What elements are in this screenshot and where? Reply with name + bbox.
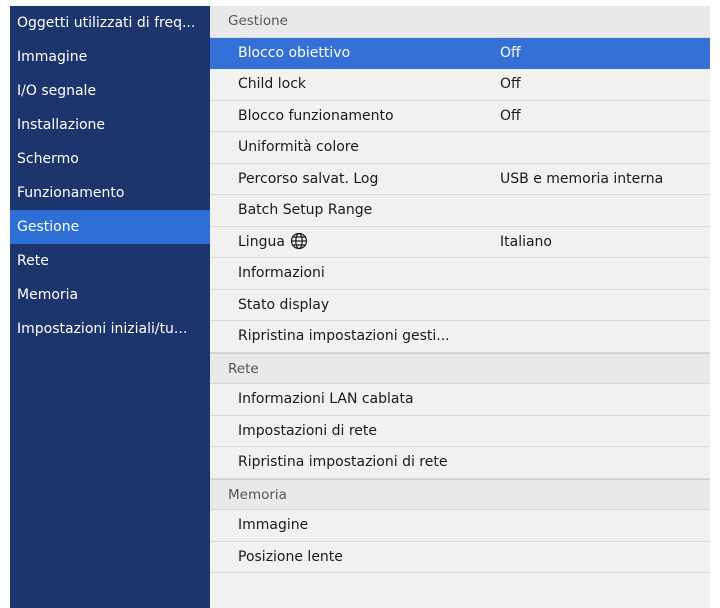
- globe-icon: [290, 231, 308, 262]
- menu-item-child-lock[interactable]: Child lock Off: [210, 69, 710, 101]
- menu-item-blocco-obiettivo[interactable]: Blocco obiettivo Off: [210, 37, 710, 69]
- sidebar-item-immagine[interactable]: Immagine: [10, 40, 210, 74]
- menu-item-ripristina-rete[interactable]: Ripristina impostazioni di rete: [210, 447, 710, 479]
- sidebar-item-io-segnale[interactable]: I/O segnale: [10, 74, 210, 108]
- sidebar-item-schermo[interactable]: Schermo: [10, 142, 210, 176]
- menu-item-label: Ripristina impostazioni di rete: [238, 454, 448, 470]
- menu-item-label: Posizione lente: [238, 548, 343, 565]
- menu-item-value: Italiano: [500, 233, 552, 250]
- section-header-memoria: Memoria: [210, 478, 710, 510]
- menu-item-label: Impostazioni di rete: [238, 422, 377, 439]
- menu-item-value: Off: [500, 76, 521, 92]
- sidebar-item-memoria[interactable]: Memoria: [10, 278, 210, 312]
- sidebar-item-installazione[interactable]: Installazione: [10, 108, 210, 142]
- menu-item-ripristina-gestione[interactable]: Ripristina impostazioni gesti...: [210, 321, 710, 353]
- sidebar-item-rete[interactable]: Rete: [10, 244, 210, 278]
- menu-item-stato-display[interactable]: Stato display: [210, 290, 710, 321]
- menu-item-label: Ripristina impostazioni gesti...: [238, 328, 450, 344]
- menu-item-informazioni[interactable]: Informazioni: [210, 258, 710, 290]
- menu-item-label: Child lock: [238, 76, 307, 92]
- sidebar-item-frequent[interactable]: Oggetti utilizzati di freq...: [10, 6, 210, 40]
- menu-item-percorso-log[interactable]: Percorso salvat. Log USB e memoria inter…: [210, 164, 710, 195]
- section-title: Rete: [228, 360, 259, 377]
- menu-item-label: Stato display: [238, 296, 330, 313]
- settings-panel: Gestione Blocco obiettivo Off Child lock…: [210, 6, 710, 608]
- section-title: Memoria: [228, 486, 287, 503]
- menu-item-label: Blocco funzionamento: [238, 107, 394, 124]
- sidebar-item-gestione[interactable]: Gestione: [10, 210, 210, 244]
- section-header-rete: Rete: [210, 352, 710, 384]
- section-header-gestione: Gestione: [210, 6, 710, 38]
- menu-item-label: Immagine: [238, 517, 309, 533]
- menu-item-batch-setup-range[interactable]: Batch Setup Range: [210, 195, 710, 227]
- section-title: Gestione: [228, 13, 288, 29]
- sidebar-item-funzionamento[interactable]: Funzionamento: [10, 176, 210, 210]
- menu-item-uniformita-colore[interactable]: Uniformità colore: [210, 132, 710, 164]
- menu-item-value: USB e memoria interna: [500, 170, 664, 187]
- sidebar-item-impostazioni-iniziali[interactable]: Impostazioni iniziali/tu...: [10, 312, 210, 346]
- menu-item-posizione-lente[interactable]: Posizione lente: [210, 542, 710, 573]
- menu-item-label: Uniformità colore: [238, 139, 359, 155]
- menu-item-label: Lingua: [238, 233, 285, 250]
- menu-item-label: Blocco obiettivo: [238, 44, 351, 61]
- menu-item-memoria-immagine[interactable]: Immagine: [210, 510, 710, 542]
- menu-item-label: Percorso salvat. Log: [238, 170, 379, 187]
- menu-item-label: Informazioni: [238, 265, 325, 281]
- menu-item-info-lan[interactable]: Informazioni LAN cablata: [210, 384, 710, 416]
- projector-menu: Oggetti utilizzati di freq... Immagine I…: [0, 0, 720, 608]
- sidebar: Oggetti utilizzati di freq... Immagine I…: [10, 6, 210, 608]
- menu-item-blocco-funzionamento[interactable]: Blocco funzionamento Off: [210, 101, 710, 132]
- menu-item-value: Off: [500, 44, 521, 61]
- menu-item-label: Batch Setup Range: [238, 202, 373, 218]
- menu-item-value: Off: [500, 107, 521, 124]
- menu-item-lingua[interactable]: Lingua Italiano: [210, 227, 710, 262]
- menu-item-impostazioni-rete[interactable]: Impostazioni di rete: [210, 416, 710, 447]
- menu-item-label-wrap: Lingua: [238, 227, 308, 262]
- menu-item-label: Informazioni LAN cablata: [238, 391, 414, 407]
